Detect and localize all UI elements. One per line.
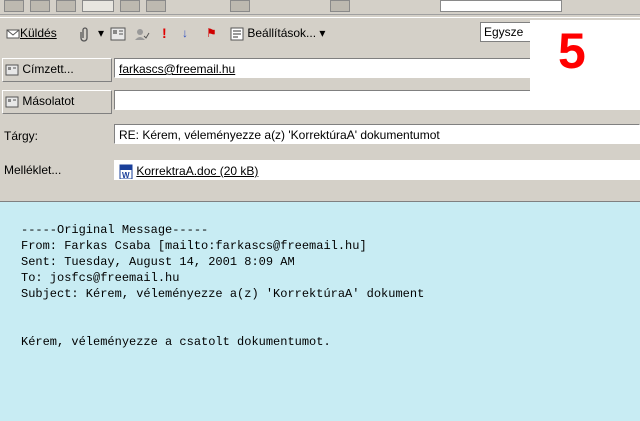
flag-icon[interactable]: ⚑ <box>206 24 217 42</box>
body-text: Kérem, véleményezze a csatolt dokumentum… <box>21 335 331 349</box>
toolbar-button[interactable] <box>230 0 250 12</box>
check-names-icon <box>135 28 150 40</box>
toolbar-button[interactable] <box>30 0 50 12</box>
cc-button[interactable]: Másolatot <box>2 90 112 114</box>
attachment-label: Melléklet... <box>4 163 62 177</box>
send-label: Küldés <box>20 26 57 40</box>
compose-window: Küldés ▾ ! ↓ ⚑ Beállítások... ▾ Egysze C <box>0 0 640 202</box>
attachment-field: W KorrektraA.doc (20 kB) <box>114 160 640 180</box>
toolbar-combo[interactable] <box>440 0 562 12</box>
to-button[interactable]: Címzett... <box>2 58 112 82</box>
address-book-icon <box>110 27 126 41</box>
cc-label-wrap: Másolatot <box>5 92 74 110</box>
address-book-icon <box>5 96 19 108</box>
attach-button[interactable] <box>80 24 90 42</box>
send-icon <box>6 29 20 39</box>
to-line: To: josfcs@freemail.hu <box>21 271 180 285</box>
subject-row: Tárgy: RE: Kérem, véleményezze a(z) 'Kor… <box>0 123 640 149</box>
subject-field[interactable]: RE: Kérem, véleményezze a(z) 'Korrektúra… <box>114 124 640 144</box>
font-combo-value: Egysze <box>484 25 524 39</box>
svg-text:W: W <box>122 171 130 180</box>
send-button[interactable]: Küldés <box>6 24 57 42</box>
attachment-file[interactable]: KorrektraA.doc (20 kB) <box>136 164 258 178</box>
toolbar-button[interactable] <box>56 0 76 12</box>
settings-label: Beállítások... <box>247 26 317 40</box>
step-number: 5 <box>558 23 586 79</box>
top-toolbar <box>0 0 640 15</box>
toolbar-button[interactable] <box>120 0 140 12</box>
subject-line: Subject: Kérem, véleményezze a(z) 'Korre… <box>21 287 425 301</box>
dropdown-arrow-icon[interactable]: ▾ <box>98 24 104 42</box>
from-line: From: Farkas Csaba [mailto:farkascs@free… <box>21 239 367 253</box>
font-combo[interactable]: Egysze <box>480 22 535 42</box>
message-body[interactable]: -----Original Message----- From: Farkas … <box>0 202 640 421</box>
paperclip-icon <box>80 27 88 42</box>
address-book-icon <box>5 64 19 76</box>
toolbar-button[interactable] <box>4 0 24 12</box>
word-document-icon: W <box>119 164 133 180</box>
attachment-row: Melléklet... W KorrektraA.doc (20 kB) <box>0 159 640 185</box>
check-names-button[interactable] <box>134 24 150 42</box>
toolbar-button[interactable] <box>330 0 350 12</box>
toolbar-button[interactable] <box>146 0 166 12</box>
step-badge: 5 <box>530 20 640 103</box>
sent-line: Sent: Tuesday, August 14, 2001 8:09 AM <box>21 255 295 269</box>
settings-button[interactable]: Beállítások... ▾ <box>230 24 325 42</box>
address-book-button[interactable] <box>110 24 126 42</box>
attachment-button[interactable]: Melléklet... <box>2 160 110 182</box>
to-label: Címzett... <box>22 62 74 76</box>
low-importance-icon[interactable]: ↓ <box>182 24 188 42</box>
subject-value: RE: Kérem, véleményezze a(z) 'Korrektúra… <box>119 128 440 142</box>
subject-label: Tárgy: <box>4 129 39 143</box>
high-importance-icon[interactable]: ! <box>162 24 167 42</box>
to-label-wrap: Címzett... <box>5 60 74 78</box>
toolbar-button[interactable] <box>82 0 114 12</box>
options-icon <box>230 27 244 41</box>
cc-label: Másolatot <box>22 94 75 108</box>
original-message-header: -----Original Message----- <box>21 223 209 237</box>
to-address[interactable]: farkascs@freemail.hu <box>119 62 235 76</box>
